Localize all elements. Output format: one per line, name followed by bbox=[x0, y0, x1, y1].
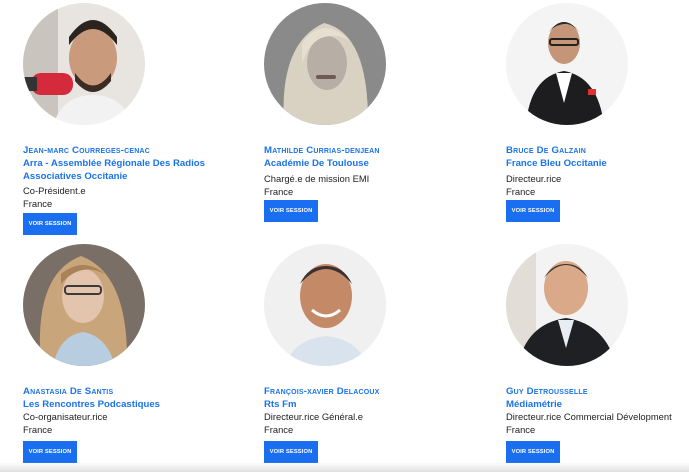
speaker-country: France bbox=[23, 424, 53, 435]
speaker-photo bbox=[506, 3, 628, 125]
voir-session-button[interactable]: VOIR SESSION bbox=[23, 441, 77, 463]
voir-session-button[interactable]: VOIR SESSION bbox=[23, 213, 77, 235]
speaker-role: Co-organisateur.rice bbox=[23, 411, 108, 422]
speaker-organization[interactable]: Médiamétrie bbox=[506, 398, 689, 411]
speaker-photo bbox=[23, 3, 145, 125]
speaker-organization[interactable]: Rts Fm bbox=[264, 398, 464, 411]
speaker-photo bbox=[264, 244, 386, 366]
speaker-country: France bbox=[264, 186, 294, 197]
speaker-photo bbox=[264, 3, 386, 125]
speaker-card: Anastasia De Santis Les Rencontres Podca… bbox=[23, 244, 253, 472]
bottom-fade bbox=[0, 462, 689, 472]
speaker-card: Mathilde Currias-denjean Académie De Tou… bbox=[264, 3, 494, 243]
speaker-role: Chargé.e de mission EMI bbox=[264, 173, 370, 184]
voir-session-button[interactable]: VOIR SESSION bbox=[264, 441, 318, 463]
voir-session-button[interactable]: VOIR SESSION bbox=[506, 441, 560, 463]
speaker-card: Guy Detrousselle Médiamétrie Directeur.r… bbox=[506, 244, 689, 472]
speaker-photo bbox=[506, 244, 628, 366]
speaker-name[interactable]: Anastasia De Santis bbox=[23, 386, 113, 397]
speaker-role: Directeur.rice Général.e bbox=[264, 411, 363, 422]
speaker-organization[interactable]: Les Rencontres Podcastiques bbox=[23, 398, 223, 411]
speaker-role: Directeur.rice bbox=[506, 173, 562, 184]
speaker-name[interactable]: Jean-marc Courreges-cenac bbox=[23, 145, 150, 156]
speaker-card: François-xavier Delacoux Rts Fm Directeu… bbox=[264, 244, 494, 472]
speaker-card: Bruce De Galzain France Bleu Occitanie D… bbox=[506, 3, 689, 243]
speaker-name[interactable]: Mathilde Currias-denjean bbox=[264, 145, 380, 156]
speaker-role: Co-Président.e bbox=[23, 185, 86, 196]
speaker-organization[interactable]: Académie De Toulouse bbox=[264, 157, 464, 170]
speaker-country: France bbox=[23, 198, 53, 209]
speaker-name[interactable]: Guy Detrousselle bbox=[506, 386, 588, 397]
speaker-organization[interactable]: France Bleu Occitanie bbox=[506, 157, 689, 170]
speaker-organization[interactable]: Arra - Assemblée Régionale Des Radios As… bbox=[23, 157, 223, 183]
speaker-country: France bbox=[506, 186, 536, 197]
speaker-country: France bbox=[264, 424, 294, 435]
voir-session-button[interactable]: VOIR SESSION bbox=[264, 200, 318, 222]
speaker-card: Jean-marc Courreges-cenac Arra - Assembl… bbox=[23, 3, 253, 243]
speaker-role: Directeur.rice Commercial Dévelopment bbox=[506, 411, 672, 422]
speaker-name[interactable]: Bruce De Galzain bbox=[506, 145, 586, 156]
speaker-country: France bbox=[506, 424, 536, 435]
voir-session-button[interactable]: VOIR SESSION bbox=[506, 200, 560, 222]
speaker-name[interactable]: François-xavier Delacoux bbox=[264, 386, 380, 397]
speaker-photo bbox=[23, 244, 145, 366]
